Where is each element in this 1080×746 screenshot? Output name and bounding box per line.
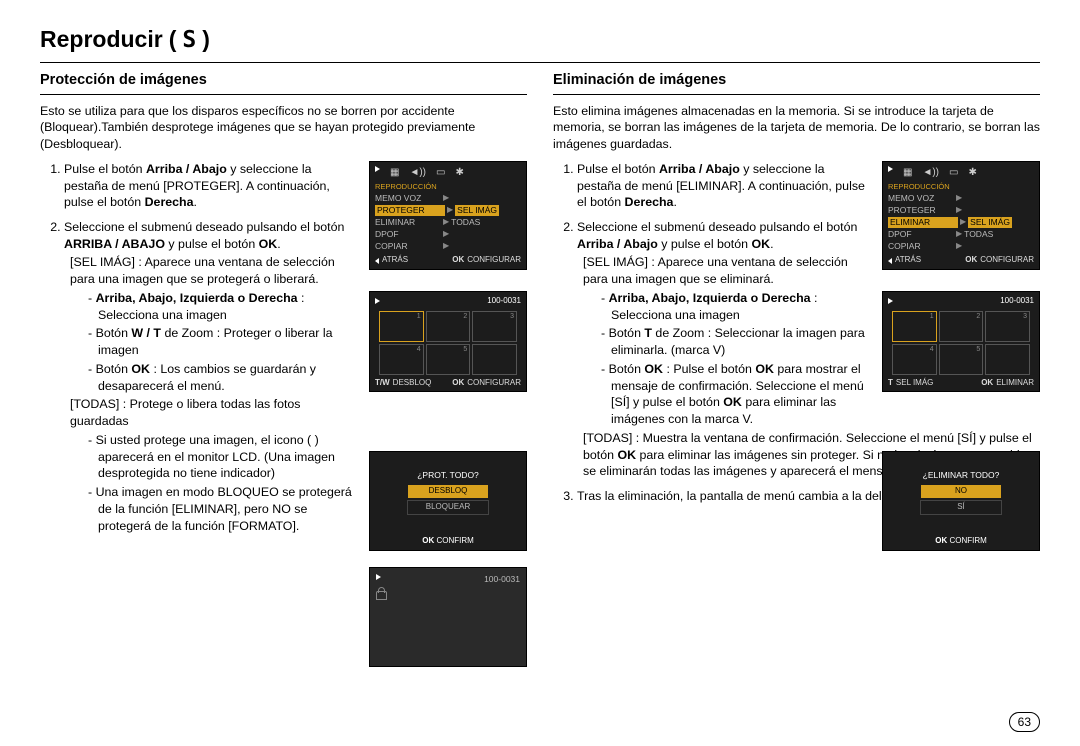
- paren-close: ): [202, 24, 210, 55]
- menu-section-label: REPRODUCCIÓN: [375, 182, 521, 192]
- page-title-main: Reproducir: [40, 24, 163, 55]
- lock-icon: [376, 591, 387, 600]
- delete-step-1: Pulse el botón Arriba / Abajo y seleccio…: [577, 161, 868, 211]
- lcd-protected-image: 100-0031: [369, 567, 527, 667]
- protect-todas: [TODAS] : Protege o libera todas las fot…: [70, 396, 355, 429]
- play-icon: [375, 166, 380, 172]
- lcd-protect-grid: 100-0031 12345 T/W DESBLOQOK CONFIGURAR: [369, 291, 527, 393]
- page-title: Reproducir ( S ): [40, 24, 1040, 63]
- image-counter: 100-0031: [1000, 296, 1034, 307]
- delete-tzoom: Botón T de Zoom : Seleccionar la imagen …: [601, 325, 868, 358]
- delete-step-2: Seleccione el submenú deseado pulsando e…: [577, 219, 868, 480]
- protect-step-1: Pulse el botón Arriba / Abajo y seleccio…: [64, 161, 355, 211]
- delete-heading: Eliminación de imágenes: [553, 71, 1040, 95]
- lcd-delete-grid: 100-0031 12345 T SEL IMÁGOK ELIMINAR: [882, 291, 1040, 393]
- protect-wt: Botón W / T de Zoom : Proteger o liberar…: [88, 325, 355, 358]
- dialog-option-yes: SÍ: [920, 500, 1002, 515]
- delete-selimag: [SEL IMÁG] : Aparece una ventana de sele…: [583, 254, 868, 287]
- dialog-option-lock: BLOQUEAR: [407, 500, 489, 515]
- manual-page: Reproducir ( S ) Protección de imágenes …: [0, 0, 1080, 746]
- back-icon: [375, 258, 379, 264]
- section-protect: Protección de imágenes Esto se utiliza p…: [40, 71, 527, 721]
- paren-open: (: [169, 24, 177, 55]
- dialog-option-unlock: DESBLOQ: [408, 485, 488, 498]
- delete-ok: Botón OK : Pulse el botón OK para mostra…: [601, 361, 868, 428]
- protect-arrows: Arriba, Abajo, Izquierda o Derecha : Sel…: [88, 290, 355, 323]
- section-delete: Eliminación de imágenes Esto elimina imá…: [553, 71, 1040, 721]
- dialog-option-no: NO: [921, 485, 1001, 498]
- play-icon: [888, 166, 893, 172]
- play-icon: [376, 574, 381, 580]
- play-icon: [888, 298, 893, 304]
- dialog-question: ¿PROT. TODO?: [375, 470, 521, 481]
- protect-intro: Esto se utiliza para que los disparos es…: [40, 103, 527, 153]
- protect-lockicon: Si usted protege una imagen, el icono ( …: [88, 432, 355, 482]
- play-mode-icon: S: [182, 25, 196, 56]
- protect-bloqueo: Una imagen en modo BLOQUEO se protegerá …: [88, 484, 355, 534]
- protect-ok: Botón OK : Los cambios se guardarán y de…: [88, 361, 355, 394]
- delete-intro: Esto elimina imágenes almacenadas en la …: [553, 103, 1040, 153]
- lcd-delete-menu: ▦◄))▭✱ REPRODUCCIÓN MEMO VOZ▶ PROTEGER▶ …: [882, 161, 1040, 270]
- page-number: 63: [1009, 712, 1040, 732]
- protect-step-2: Seleccione el submenú deseado pulsando e…: [64, 219, 355, 534]
- play-icon: [375, 298, 380, 304]
- lcd-protect-all-dialog: ¿PROT. TODO? DESBLOQ BLOQUEAR OK CONFIRM: [369, 451, 527, 551]
- menu-section-label: REPRODUCCIÓN: [888, 182, 1034, 192]
- lcd-delete-all-dialog: ¿ELIMINAR TODO? NO SÍ OK CONFIRM: [882, 451, 1040, 551]
- lcd-protect-menu: ▦◄))▭✱ REPRODUCCIÓN MEMO VOZ▶ PROTEGER▶S…: [369, 161, 527, 270]
- image-counter: 100-0031: [487, 296, 521, 307]
- delete-arrows: Arriba, Abajo, Izquierda o Derecha : Sel…: [601, 290, 868, 323]
- back-icon: [888, 258, 892, 264]
- dialog-question: ¿ELIMINAR TODO?: [888, 470, 1034, 481]
- protect-heading: Protección de imágenes: [40, 71, 527, 95]
- image-counter: 100-0031: [484, 574, 520, 585]
- protect-selimag: [SEL IMÁG] : Aparece una ventana de sele…: [70, 254, 355, 287]
